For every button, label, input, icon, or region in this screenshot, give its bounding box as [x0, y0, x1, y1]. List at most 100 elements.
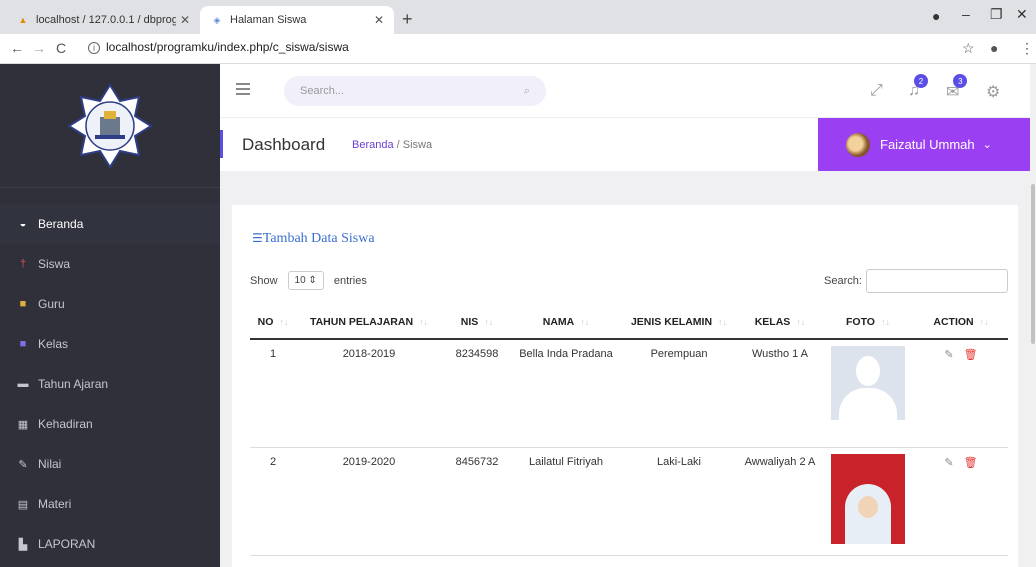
- sort-icon: ↑↓: [484, 316, 494, 327]
- extension-icon[interactable]: ●: [990, 40, 998, 56]
- logo[interactable]: [0, 64, 220, 188]
- minimize-icon[interactable]: –: [962, 6, 970, 22]
- new-tab-icon[interactable]: +: [402, 9, 413, 30]
- main-content: ☰Tambah Data Siswa Show 10 ⇕ entries Sea…: [220, 205, 1030, 567]
- col-nama[interactable]: NAMA ↑↓: [512, 305, 620, 340]
- table-icon: ▦: [17, 418, 29, 431]
- back-icon[interactable]: ←: [10, 40, 24, 56]
- address-bar: ← → C i localhost/programku/index.php/c_s…: [0, 34, 1036, 64]
- dashboard-icon: ◒: [19, 218, 27, 230]
- sidebar-item-guru[interactable]: ■ Guru: [0, 284, 220, 324]
- sidebar-menu: ◒ Beranda † Siswa ■ Guru ■ Kelas ▬ Tahun Ajar…: [0, 204, 220, 564]
- breadcrumb-home[interactable]: Beranda: [352, 139, 394, 151]
- search-icon[interactable]: ⌕: [524, 85, 530, 98]
- sidebar: ◒ Beranda † Siswa ■ Guru ■ Kelas ▬ Tahun Ajar…: [0, 64, 220, 567]
- sort-icon: ↑↓: [580, 316, 590, 327]
- close-tab-icon[interactable]: ✕: [180, 13, 190, 27]
- col-no[interactable]: NO ↑↓: [250, 305, 296, 340]
- message-badge: 3: [953, 74, 968, 88]
- table-search-input[interactable]: [866, 269, 1008, 293]
- chevron-down-icon: ⌄: [982, 139, 992, 151]
- col-foto[interactable]: FOTO ↑↓: [822, 305, 914, 340]
- close-tab-icon[interactable]: ✕: [374, 13, 384, 27]
- profile-icon[interactable]: ●: [932, 8, 940, 24]
- teacher-icon: ■: [19, 298, 27, 310]
- school-logo-icon: [67, 82, 153, 169]
- reload-icon[interactable]: C: [56, 40, 66, 56]
- notification-badge: 2: [914, 74, 928, 88]
- url-field[interactable]: i localhost/programku/index.php/c_siswa/s…: [88, 40, 349, 54]
- close-window-icon[interactable]: ✕: [1016, 6, 1028, 23]
- sidebar-item-kehadiran[interactable]: ▦ Kehadiran: [0, 404, 220, 444]
- forward-icon[interactable]: →: [32, 40, 46, 56]
- user-name: Faizatul Ummah: [880, 137, 975, 152]
- delete-icon[interactable]: 🗑: [964, 456, 978, 469]
- pen-icon: ✎: [18, 458, 28, 471]
- user-menu[interactable]: Faizatul Ummah ⌄: [818, 118, 1030, 171]
- delete-icon[interactable]: 🗑: [964, 348, 978, 361]
- page-length-control: Show 10 ⇕ entries: [250, 271, 367, 290]
- hamburger-menu-icon[interactable]: [236, 83, 250, 98]
- sort-icon: ↑↓: [979, 316, 989, 327]
- table-header-row: NO ↑↓ TAHUN PELAJARAN ↑↓ NIS ↑↓ NAMA ↑↓ JENI…: [250, 305, 1008, 340]
- col-action[interactable]: ACTION ↑↓: [914, 305, 1008, 340]
- info-icon: i: [88, 42, 100, 54]
- student-icon: †: [19, 258, 27, 270]
- col-kelas[interactable]: KELAS ↑↓: [738, 305, 822, 340]
- table-row: 2 2019-2020 8456732 Lailatul Fitriyah La…: [250, 447, 1008, 556]
- student-photo: [831, 453, 905, 544]
- student-photo-placeholder: [831, 346, 905, 420]
- book-icon: ▤: [17, 498, 29, 511]
- sub-header: Dashboard Beranda / Siswa Faizatul Ummah…: [220, 118, 1030, 171]
- globe-icon: ◈: [213, 14, 221, 25]
- sort-icon: ↑↓: [880, 316, 890, 327]
- bookmark-star-icon[interactable]: ☆: [962, 40, 975, 57]
- page-scrollbar[interactable]: [1030, 64, 1036, 567]
- sort-icon: ↑↓: [796, 316, 806, 327]
- sidebar-item-beranda[interactable]: ◒ Beranda: [0, 204, 220, 244]
- sort-icon: ↑↓: [718, 316, 728, 327]
- content-spacer: [220, 171, 1030, 205]
- folder-icon: ▬: [17, 378, 29, 390]
- browser-tab-bar: ▲ localhost / 127.0.0.1 / dbprogram ✕ ◈ …: [0, 0, 1036, 34]
- add-student-link[interactable]: ☰Tambah Data Siswa: [252, 231, 375, 247]
- breadcrumb: Beranda / Siswa: [352, 139, 433, 151]
- search-input[interactable]: Search... ⌕: [284, 76, 546, 106]
- class-icon: ■: [19, 338, 27, 350]
- fullscreen-icon[interactable]: ⤢: [870, 82, 883, 100]
- table-search-label: Search:: [824, 275, 862, 287]
- sidebar-item-tahun-ajaran[interactable]: ▬ Tahun Ajaran: [0, 364, 220, 404]
- avatar: [846, 132, 870, 157]
- report-icon: ▙: [18, 538, 28, 551]
- gear-icon[interactable]: ⚙: [986, 82, 1000, 102]
- database-icon: ☰: [252, 231, 263, 245]
- bell-icon[interactable]: ♫ 2: [908, 74, 928, 100]
- page-length-select[interactable]: 10 ⇕: [287, 271, 324, 290]
- col-jenis-kelamin[interactable]: JENIS KELAMIN ↑↓: [620, 305, 738, 340]
- sidebar-item-nilai[interactable]: ✎ Nilai: [0, 444, 220, 484]
- browser-menu-icon[interactable]: ⋮: [1020, 40, 1034, 57]
- edit-icon[interactable]: ✎: [944, 456, 953, 469]
- sidebar-item-materi[interactable]: ▤ Materi: [0, 484, 220, 524]
- scrollbar-thumb[interactable]: [1031, 184, 1035, 344]
- sidebar-item-kelas[interactable]: ■ Kelas: [0, 324, 220, 364]
- col-tahun[interactable]: TAHUN PELAJARAN ↑↓: [296, 305, 442, 340]
- breadcrumb-current: Siswa: [402, 139, 433, 151]
- sort-icon: ↑↓: [419, 316, 429, 327]
- data-card: ☰Tambah Data Siswa Show 10 ⇕ entries Sea…: [232, 205, 1018, 567]
- edit-icon[interactable]: ✎: [944, 348, 953, 361]
- browser-tab-phpmyadmin[interactable]: ▲ localhost / 127.0.0.1 / dbprogram ✕: [6, 6, 200, 34]
- restore-icon[interactable]: ❐: [990, 6, 1003, 23]
- page-title: Dashboard: [242, 135, 326, 154]
- sidebar-item-laporan[interactable]: ▙ LAPORAN: [0, 524, 220, 564]
- sidebar-item-siswa[interactable]: † Siswa: [0, 244, 220, 284]
- sort-icon: ↑↓: [279, 316, 289, 327]
- phpmyadmin-icon: ▲: [18, 15, 28, 25]
- table-row: 1 2018-2019 8234598 Bella Inda Pradana P…: [250, 339, 1008, 448]
- accent-bar: [220, 130, 223, 158]
- top-header: Search... ⌕ ⤢ ♫ 2 ✉ 3 ⚙: [220, 64, 1030, 118]
- siswa-table: NO ↑↓ TAHUN PELAJARAN ↑↓ NIS ↑↓ NAMA ↑↓ JENI…: [250, 305, 1008, 556]
- col-nis[interactable]: NIS ↑↓: [442, 305, 512, 340]
- browser-tab-halaman-siswa[interactable]: ◈ Halaman Siswa ✕: [200, 6, 394, 34]
- mail-icon[interactable]: ✉ 3: [946, 74, 968, 102]
